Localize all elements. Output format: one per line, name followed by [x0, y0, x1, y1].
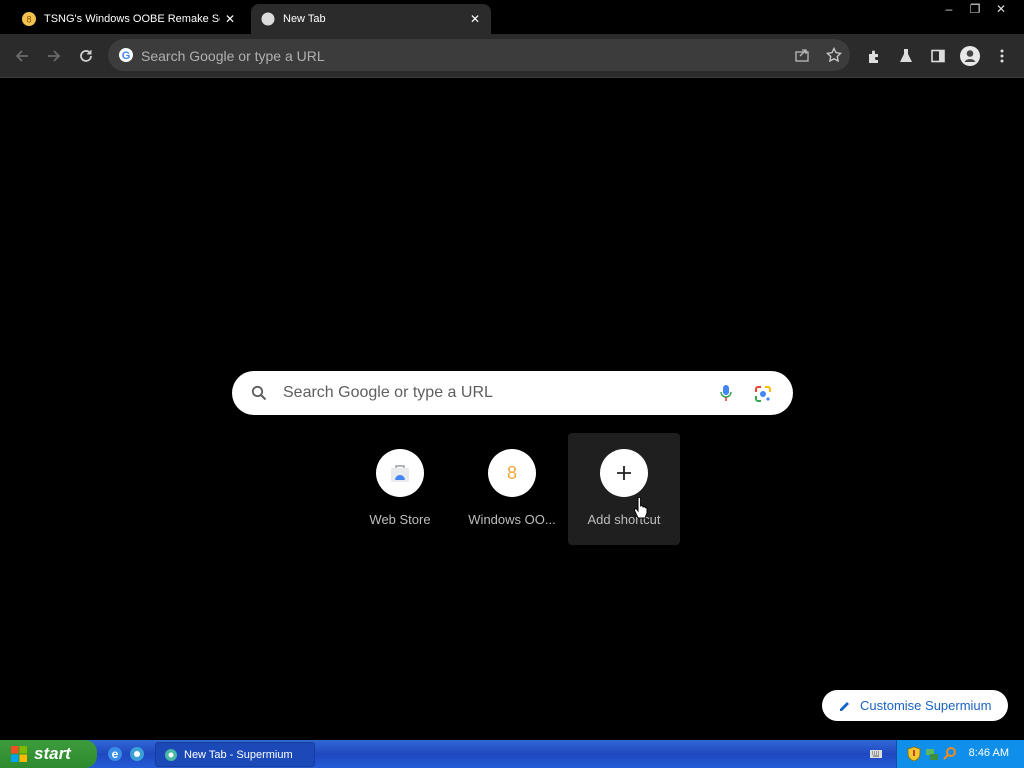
browser-quicklaunch-icon[interactable]	[128, 745, 146, 763]
tab-close-icon[interactable]: ✕	[220, 12, 240, 26]
taskbar: start e New Tab - Supermium 8:46 AM	[0, 740, 1024, 768]
ntp-search-box[interactable]: Search Google or type a URL	[232, 371, 793, 415]
browser-titlebar: 8 TSNG's Windows OOBE Remake Setup ✕ New…	[0, 0, 1024, 34]
pencil-icon	[840, 701, 849, 711]
customise-button[interactable]: Customise Supermium	[822, 690, 1008, 721]
windows-logo-icon	[11, 746, 27, 762]
globe-icon	[261, 12, 275, 26]
taskbar-item-new-tab[interactable]: New Tab - Supermium	[155, 742, 315, 767]
system-tray: 8:46 AM	[896, 740, 1024, 768]
shortcut-label: Windows OO...	[468, 512, 556, 527]
svg-text:G: G	[122, 50, 131, 62]
shortcut-label: Add shortcut	[587, 512, 661, 527]
oobe-icon: 8	[488, 449, 536, 497]
svg-text:8: 8	[26, 15, 31, 25]
shortcut-web-store[interactable]: Web Store	[344, 433, 456, 545]
google-lens-icon[interactable]	[754, 385, 772, 403]
shortcut-add[interactable]: Add shortcut	[568, 433, 680, 545]
svg-text:8: 8	[507, 463, 517, 483]
window-controls: – ❐ ✕	[936, 1, 1014, 17]
forward-icon[interactable]	[43, 45, 65, 67]
back-icon[interactable]	[11, 45, 33, 67]
reload-icon[interactable]	[75, 45, 97, 67]
profile-avatar-icon[interactable]	[959, 45, 981, 67]
search-icon	[251, 385, 267, 401]
svg-text:e: e	[112, 747, 119, 761]
hand-cursor-icon	[633, 497, 648, 519]
network-icon[interactable]	[925, 746, 939, 762]
labs-flask-icon[interactable]	[895, 45, 917, 67]
browser-toolbar: G Search Google or type a URL	[0, 34, 1024, 78]
customise-label: Customise Supermium	[860, 698, 992, 713]
oobe-favicon-icon: 8	[22, 12, 36, 26]
web-store-icon	[376, 449, 424, 497]
side-panel-icon[interactable]	[927, 45, 949, 67]
internet-explorer-icon[interactable]: e	[106, 745, 124, 763]
security-shield-icon[interactable]	[907, 746, 921, 762]
tab-close-icon[interactable]: ✕	[465, 12, 485, 26]
bookmark-star-icon[interactable]	[823, 44, 845, 66]
plus-icon	[600, 449, 648, 497]
start-button[interactable]: start	[0, 740, 97, 768]
tab-new-tab[interactable]: New Tab ✕	[251, 4, 491, 34]
search-tray-icon[interactable]	[943, 746, 957, 762]
taskbar-item-label: New Tab - Supermium	[184, 748, 293, 761]
clock: 8:46 AM	[968, 747, 1009, 759]
tab-title: TSNG's Windows OOBE Remake Setup	[44, 13, 220, 25]
extensions-icon[interactable]	[863, 45, 885, 67]
share-icon[interactable]	[791, 44, 813, 66]
menu-kebab-icon[interactable]	[991, 45, 1013, 67]
start-label: start	[34, 744, 71, 763]
shortcut-windows-oobe[interactable]: 8 Windows OO...	[456, 433, 568, 545]
minimize-button[interactable]: –	[936, 1, 962, 17]
ntp-search-placeholder: Search Google or type a URL	[283, 384, 493, 401]
close-window-button[interactable]: ✕	[988, 1, 1014, 17]
address-bar-placeholder: Search Google or type a URL	[141, 48, 325, 64]
restore-button[interactable]: ❐	[962, 1, 988, 17]
keyboard-icon[interactable]	[869, 747, 883, 761]
google-g-icon: G	[119, 48, 133, 62]
shortcut-label: Web Store	[369, 512, 431, 527]
supermium-icon	[165, 748, 177, 761]
tab-oobe-setup[interactable]: 8 TSNG's Windows OOBE Remake Setup ✕	[12, 4, 246, 34]
address-bar[interactable]: G Search Google or type a URL	[108, 39, 850, 71]
microphone-icon[interactable]	[719, 384, 733, 402]
tab-title: New Tab	[283, 13, 326, 25]
